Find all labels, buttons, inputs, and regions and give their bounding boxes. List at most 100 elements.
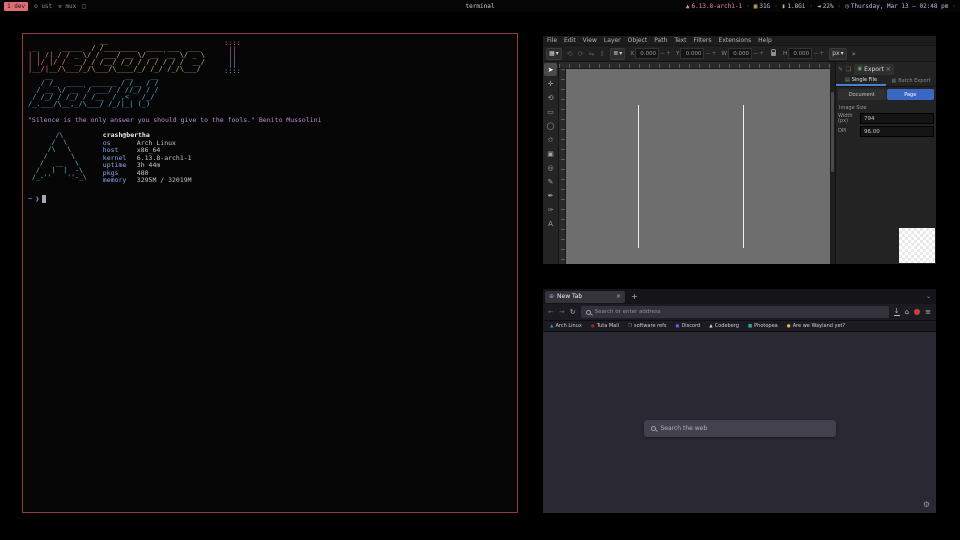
h-input[interactable]: 0.000 bbox=[788, 48, 812, 59]
menu-view[interactable]: View bbox=[583, 37, 597, 44]
edit-dialog-icon[interactable]: ✎ bbox=[838, 66, 843, 73]
text-cursor bbox=[42, 195, 46, 203]
h-field[interactable]: H 0.000 − + bbox=[783, 48, 824, 59]
single-file-icon: ▤ bbox=[845, 77, 850, 83]
horizontal-ruler[interactable] bbox=[559, 62, 830, 69]
tool-3dbox[interactable]: ▣ bbox=[544, 147, 557, 160]
tool-node-editor[interactable]: ✛ bbox=[544, 77, 557, 90]
bookmark-tuta-mail[interactable]: ●Tuta Mail bbox=[591, 323, 619, 329]
globe-favicon: ⊕ bbox=[549, 293, 554, 300]
bookmark-codeberg[interactable]: ▲Codeberg bbox=[709, 323, 739, 329]
reload-button[interactable]: ↻ bbox=[570, 308, 576, 316]
document-button[interactable]: Document bbox=[838, 89, 886, 100]
plus-button[interactable]: + bbox=[666, 50, 671, 57]
x-field[interactable]: X 0.000 − + bbox=[630, 48, 671, 59]
tool-spiral[interactable]: ◎ bbox=[544, 161, 557, 174]
export-tab-icon: ▣ bbox=[857, 66, 862, 72]
minus-button[interactable]: − bbox=[705, 50, 710, 57]
inkscape-window: File Edit View Layer Object Path Text Fi… bbox=[543, 36, 936, 264]
tool-calligraphy[interactable]: ✑ bbox=[544, 203, 557, 216]
menu-text[interactable]: Text bbox=[674, 37, 686, 44]
toolbar-overflow-icon[interactable]: » bbox=[852, 50, 856, 58]
tool-star[interactable]: ✩ bbox=[544, 133, 557, 146]
close-icon[interactable]: × bbox=[886, 66, 891, 73]
menu-layer[interactable]: Layer bbox=[604, 37, 621, 44]
menu-edit[interactable]: Edit bbox=[564, 37, 576, 44]
bookmark-software-refs[interactable]: ❐software refs bbox=[628, 323, 667, 329]
plus-button[interactable]: + bbox=[819, 50, 824, 57]
align-icon: ≣ bbox=[613, 50, 618, 57]
menu-filters[interactable]: Filters bbox=[694, 37, 712, 44]
export-preview bbox=[899, 228, 935, 263]
back-button[interactable]: ← bbox=[548, 308, 554, 316]
tab-batch-export[interactable]: ▦ Batch Export bbox=[886, 75, 936, 86]
tool-ellipse[interactable]: ◯ bbox=[544, 119, 557, 132]
export-tab[interactable]: ▣ Export × bbox=[854, 64, 893, 75]
tab-new-tab[interactable]: ⊕ New Tab × bbox=[545, 291, 625, 303]
units-dropdown[interactable]: px ▾ bbox=[829, 48, 846, 60]
plus-button[interactable]: + bbox=[759, 50, 764, 57]
flip-horizontal-icon[interactable]: ⇋ bbox=[588, 50, 594, 58]
browser-window: ⊕ New Tab × + ⌄ ← → ↻ Search or enter ad… bbox=[543, 289, 936, 513]
y-field[interactable]: Y 0.000 − + bbox=[676, 48, 716, 59]
flip-vertical-icon[interactable]: ⇕ bbox=[599, 50, 605, 58]
menu-path[interactable]: Path bbox=[654, 37, 667, 44]
tool-shape-builder[interactable]: ⟲ bbox=[544, 91, 557, 104]
selection-mode-dropdown[interactable]: ▦ ▾ bbox=[546, 48, 562, 60]
rotate-cw-icon[interactable]: ⟳ bbox=[578, 50, 584, 58]
layers-dialog-icon[interactable]: ❏ bbox=[846, 66, 851, 73]
bookmark-discord[interactable]: ●Discord bbox=[676, 323, 701, 329]
ublock-extension-icon[interactable] bbox=[914, 309, 920, 315]
menu-help[interactable]: Help bbox=[758, 37, 772, 44]
rotate-ccw-icon[interactable]: ⟲ bbox=[567, 50, 573, 58]
tool-rectangle[interactable]: ▭ bbox=[544, 105, 557, 118]
bookmark-photopea[interactable]: ■Photopea bbox=[748, 323, 778, 329]
menu-hamburger-icon[interactable]: ≡ bbox=[925, 308, 931, 316]
minus-button[interactable]: − bbox=[660, 50, 665, 57]
minus-button[interactable]: − bbox=[813, 50, 818, 57]
vertical-ruler[interactable] bbox=[559, 69, 566, 264]
shell-prompt[interactable]: ~ ❯ bbox=[28, 195, 512, 203]
list-tabs-icon[interactable]: ⌄ bbox=[926, 293, 931, 300]
new-tab-button[interactable]: + bbox=[631, 292, 638, 301]
home-icon[interactable]: ⌂ bbox=[905, 308, 909, 316]
menu-file[interactable]: File bbox=[547, 37, 557, 44]
tool-pencil[interactable]: ✎ bbox=[544, 175, 557, 188]
minus-button[interactable]: − bbox=[753, 50, 758, 57]
codeberg-favicon: ▲ bbox=[709, 324, 712, 329]
image-size-label: Image Size bbox=[836, 102, 936, 112]
w-field[interactable]: W 0.000 − + bbox=[722, 48, 765, 59]
plus-button[interactable]: + bbox=[711, 50, 716, 57]
tab-close-icon[interactable]: × bbox=[616, 293, 621, 300]
width-input[interactable]: 794 bbox=[860, 113, 934, 124]
downloads-icon[interactable]: ↓ bbox=[894, 308, 900, 316]
tool-text[interactable]: A bbox=[544, 217, 557, 230]
tool-selector[interactable]: ➤ bbox=[544, 63, 557, 76]
web-search-input[interactable]: Search the web bbox=[644, 420, 836, 437]
tab-single-file[interactable]: ▤ Single File bbox=[836, 75, 886, 86]
width-row: Width (px) 794 bbox=[836, 112, 936, 125]
dpi-input[interactable]: 96.00 bbox=[860, 126, 934, 137]
terminal-window[interactable]: __ _ _____ / /________ ____ ___ ___ | | … bbox=[22, 33, 518, 513]
align-dropdown[interactable]: ≣ ▾ bbox=[610, 48, 625, 60]
personalize-gear-icon[interactable]: ⚙ bbox=[923, 500, 930, 509]
forward-button[interactable]: → bbox=[559, 308, 565, 316]
inkscape-canvas[interactable] bbox=[566, 69, 830, 264]
scrollbar-thumb[interactable] bbox=[831, 92, 834, 172]
w-input[interactable]: 0.000 bbox=[728, 48, 752, 59]
menu-extensions[interactable]: Extensions bbox=[719, 37, 752, 44]
lock-ratio-icon[interactable] bbox=[771, 52, 776, 56]
bookmark-arch-linux[interactable]: ▲Arch Linux bbox=[550, 323, 582, 329]
tool-pen[interactable]: ✒ bbox=[544, 189, 557, 202]
dpi-label: DPI bbox=[838, 129, 858, 134]
address-bar[interactable]: Search or enter address bbox=[581, 306, 889, 318]
discord-favicon: ● bbox=[676, 324, 680, 329]
page-button[interactable]: Page bbox=[887, 89, 935, 100]
y-input[interactable]: 0.000 bbox=[680, 48, 704, 59]
x-input[interactable]: 0.000 bbox=[635, 48, 659, 59]
bookmark-are-we-wayland-yet[interactable]: ●Are we Wayland yet? bbox=[787, 323, 845, 329]
arch-favicon: ▲ bbox=[550, 324, 553, 329]
menu-object[interactable]: Object bbox=[628, 37, 648, 44]
welcome-banner: __ _ _____ / /________ ____ ___ ___ | | … bbox=[28, 38, 512, 108]
fetch-info: crash@bertha osArch Linux hostx86_64 ker… bbox=[103, 132, 192, 185]
